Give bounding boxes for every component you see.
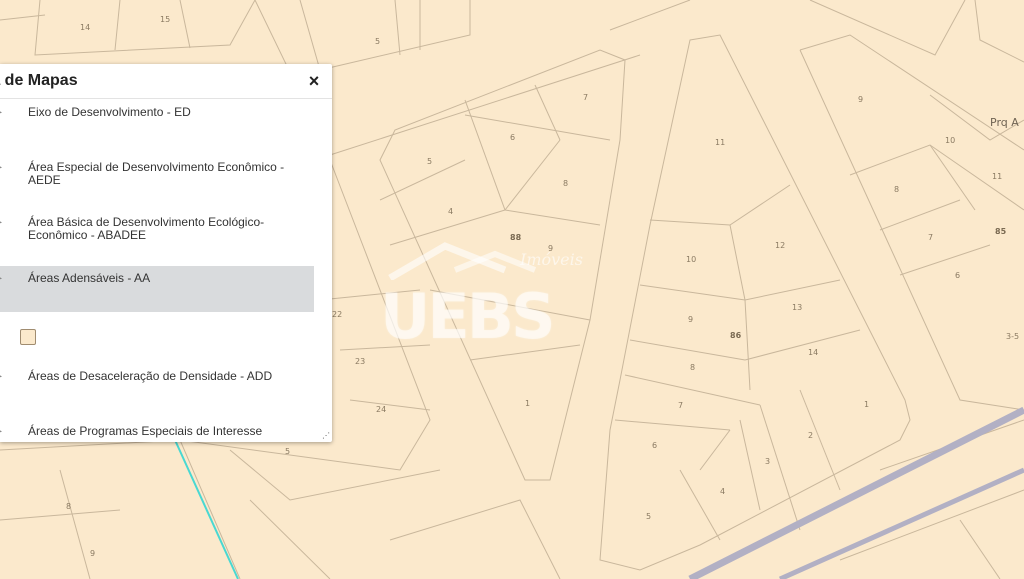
legend-list[interactable]: ▸ Eixo de Desenvolvimento - ED ▸ Área Es… xyxy=(0,99,318,439)
lot-number: 7 xyxy=(928,233,933,242)
lot-number: 9 xyxy=(858,95,863,104)
legend-item-label: Área Básica de Desenvolvimento Ecológico… xyxy=(28,215,265,242)
lot-number: 5 xyxy=(285,447,290,456)
legend-item-abadee[interactable]: ▸ Área Básica de Desenvolvimento Ecológi… xyxy=(0,216,314,246)
lot-number: 2 xyxy=(808,431,813,440)
resize-handle-icon[interactable]: ⋰ xyxy=(322,432,330,440)
area-label: Prq A xyxy=(990,116,1019,129)
legend-item-aede[interactable]: ▸ Área Especial de Desenvolvimento Econô… xyxy=(0,161,314,191)
legend-header: ta de Mapas × xyxy=(0,64,332,99)
block-label-85: 85 xyxy=(995,227,1007,236)
legend-item-ed[interactable]: ▸ Eixo de Desenvolvimento - ED xyxy=(0,106,314,132)
block-label-88: 88 xyxy=(510,233,522,242)
lot-number: 6 xyxy=(652,441,657,450)
lot-number: 5 xyxy=(375,37,380,46)
legend-item-label: Áreas de Desaceleração de Densidade - AD… xyxy=(28,369,273,383)
lot-number: 14 xyxy=(808,348,818,357)
legend-item-label: Áreas de Programas Especiais de Interess… xyxy=(28,424,263,440)
lot-number: 8 xyxy=(66,502,71,511)
lot-number: 6 xyxy=(510,133,515,142)
bullet-icon: ▸ xyxy=(0,216,2,229)
lot-number: 13 xyxy=(792,303,802,312)
legend-item-add[interactable]: ▸ Áreas de Desaceleração de Densidade - … xyxy=(0,370,314,396)
lot-number: 12 xyxy=(775,241,785,250)
lot-number: 8 xyxy=(894,185,899,194)
lot-number: 10 xyxy=(686,255,696,264)
bullet-icon: ▸ xyxy=(0,161,2,174)
bullet-icon: ▸ xyxy=(0,370,2,383)
lot-number: 9 xyxy=(548,244,553,253)
lot-number: 3 xyxy=(765,457,770,466)
legend-item-aeis[interactable]: ▸ Áreas de Programas Especiais de Intere… xyxy=(0,424,314,440)
lot-number: 5 xyxy=(646,512,651,521)
legend-item-label: Áreas Adensáveis - AA xyxy=(28,271,151,285)
legend-item-label: Eixo de Desenvolvimento - ED xyxy=(28,105,191,119)
lot-number: 8 xyxy=(690,363,695,372)
legend-swatch xyxy=(20,329,36,345)
lot-number: 4 xyxy=(720,487,725,496)
lot-number: 7 xyxy=(583,93,588,102)
bullet-icon: ▸ xyxy=(0,425,2,438)
legend-item-aa[interactable]: ▸ Áreas Adensáveis - AA xyxy=(0,266,314,312)
lot-number: 11 xyxy=(992,172,1002,181)
lot-number: 9 xyxy=(90,549,95,558)
lot-number: 22 xyxy=(332,310,342,319)
lot-number: 1 xyxy=(864,400,869,409)
close-icon[interactable]: × xyxy=(304,70,324,92)
lot-number: 5 xyxy=(427,157,432,166)
lot-number: 3-5 xyxy=(1006,332,1019,341)
bullet-icon: ▸ xyxy=(0,272,2,285)
legend-title: ta de Mapas xyxy=(0,72,78,89)
map-legend-panel: ta de Mapas × ▸ Eixo de Desenvolvimento … xyxy=(0,64,332,442)
lot-number: 8 xyxy=(563,179,568,188)
lot-number: 11 xyxy=(715,138,725,147)
lot-number: 1 xyxy=(525,399,530,408)
lot-number: 15 xyxy=(160,15,170,24)
block-label-86: 86 xyxy=(730,331,742,340)
lot-number: 24 xyxy=(376,405,386,414)
lot-number: 23 xyxy=(355,357,365,366)
lot-number: 9 xyxy=(688,315,693,324)
lot-number: 10 xyxy=(945,136,955,145)
lot-number: 6 xyxy=(955,271,960,280)
lot-number: 4 xyxy=(448,207,453,216)
legend-item-label: Área Especial de Desenvolvimento Econômi… xyxy=(28,160,285,187)
lot-number: 7 xyxy=(678,401,683,410)
lot-number: 14 xyxy=(80,23,90,32)
bullet-icon: ▸ xyxy=(0,106,2,119)
